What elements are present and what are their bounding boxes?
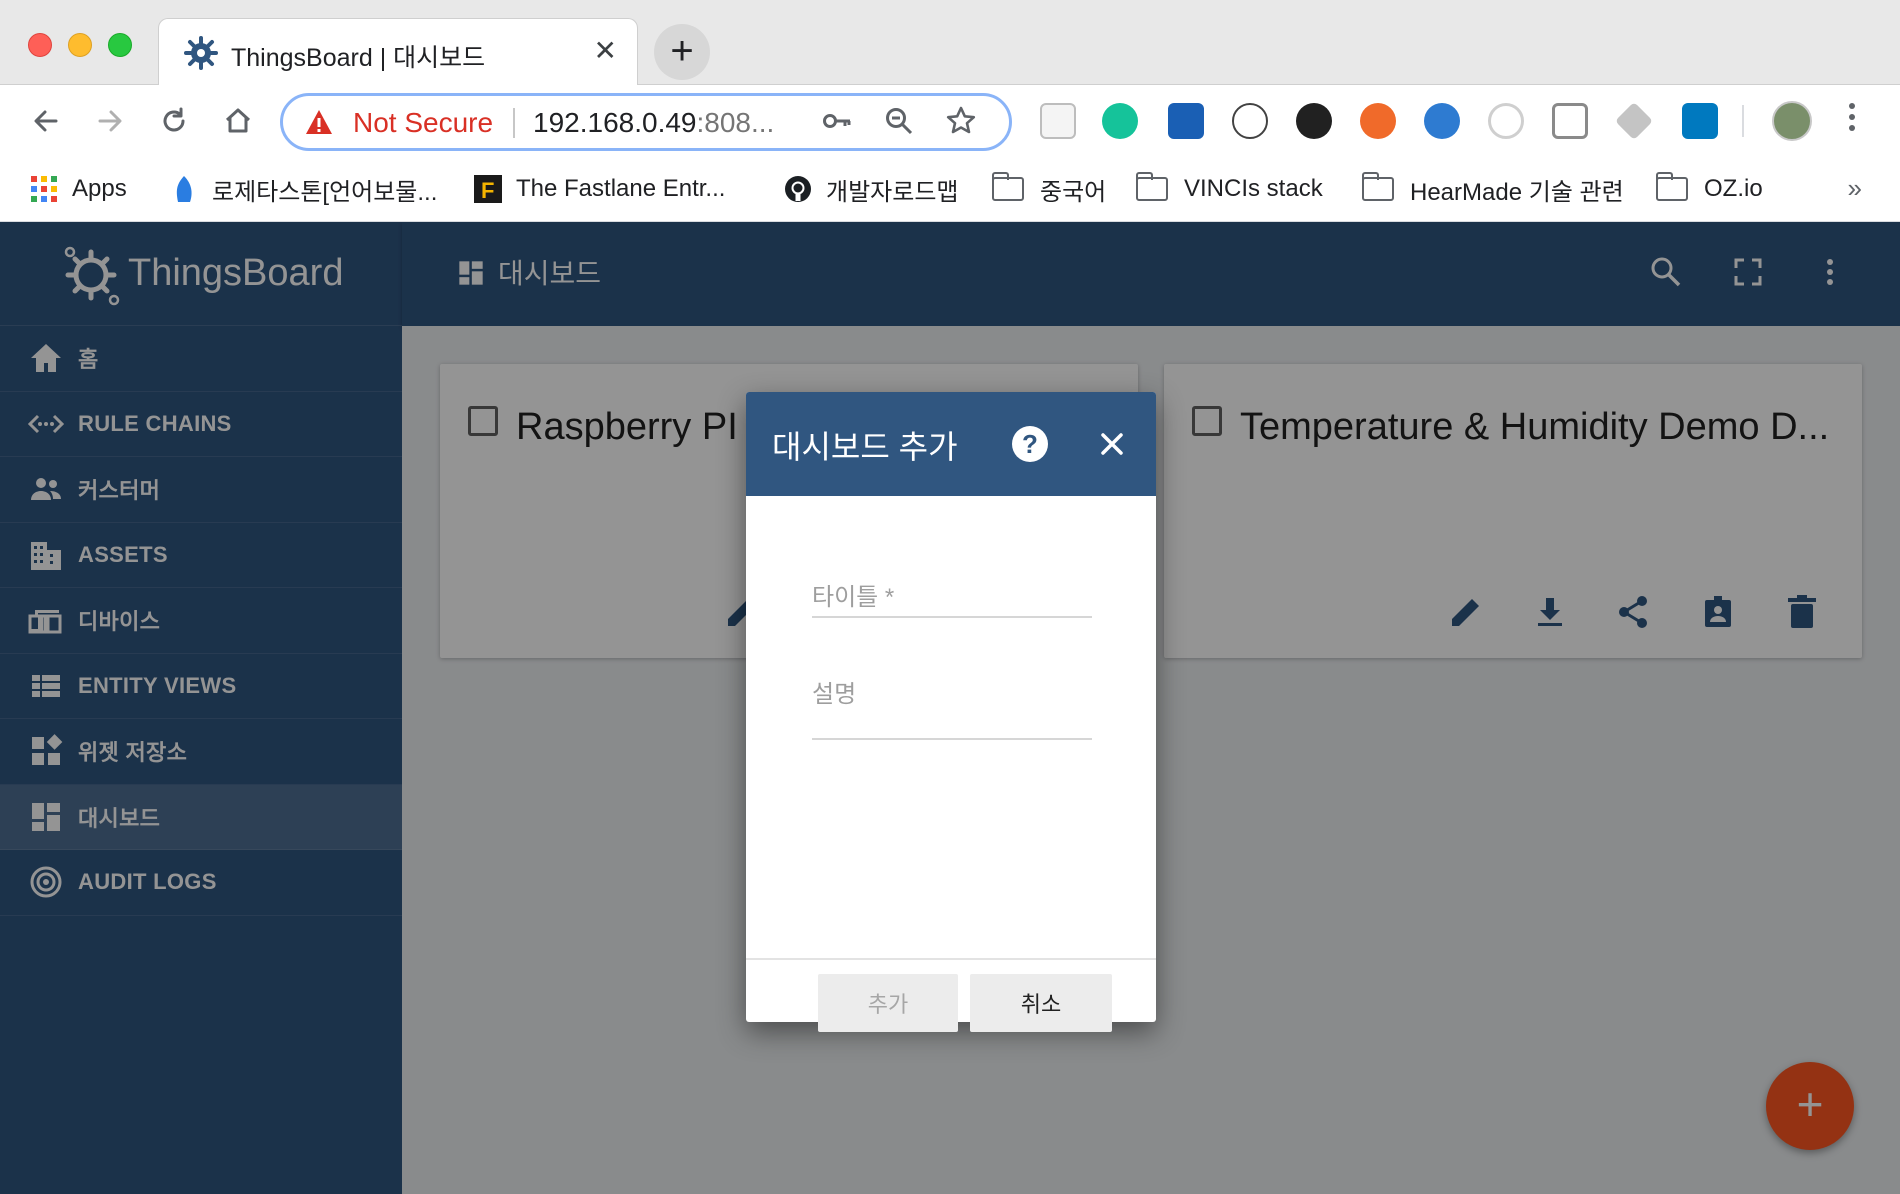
address-bar[interactable]: Not Secure 192.168.0.49:808... xyxy=(280,93,1012,151)
globe-extension-icon[interactable] xyxy=(1424,103,1460,139)
extension-reader-icon[interactable] xyxy=(1040,103,1076,139)
zoom-window-button[interactable] xyxy=(108,33,132,57)
bookmark-oz-io[interactable]: OZ.io xyxy=(1656,171,1763,207)
fastlane-icon: F xyxy=(474,175,502,203)
dialog-actions: 추가 취소 xyxy=(746,958,1156,1032)
browser-menu-icon[interactable] xyxy=(1846,99,1858,143)
new-tab-button[interactable]: + xyxy=(654,24,710,80)
lifebuoy-extension-icon[interactable] xyxy=(1360,103,1396,139)
close-window-button[interactable] xyxy=(28,33,52,57)
minimize-window-button[interactable] xyxy=(68,33,92,57)
dialog-title: 대시보드 추가 xyxy=(772,429,958,465)
warning-icon xyxy=(306,110,332,134)
description-field xyxy=(812,670,1092,745)
rosetta-stone-icon xyxy=(176,176,192,202)
bookmarks-overflow-icon[interactable]: » xyxy=(1848,173,1862,204)
bookmark-apps[interactable]: Apps xyxy=(30,171,127,207)
zoom-icon[interactable] xyxy=(883,105,915,144)
apps-grid-icon xyxy=(31,176,57,202)
omnibox-separator xyxy=(513,108,515,138)
bookmark-label: 중국어 xyxy=(1040,178,1107,206)
folder-icon xyxy=(1136,172,1168,201)
thingsboard-app: ThingsBoard 홈 RULE CHAINS 커스터머 ASSETS 디바… xyxy=(0,222,1900,1194)
g-extension-icon[interactable] xyxy=(1488,103,1524,139)
help-icon[interactable]: ? xyxy=(1012,426,1048,462)
key-icon[interactable] xyxy=(821,105,853,144)
bookmark-chinese[interactable]: 중국어 xyxy=(992,171,1106,207)
close-icon[interactable] xyxy=(1094,426,1130,462)
json-viewer-icon[interactable] xyxy=(1232,103,1268,139)
thingsboard-favicon-icon xyxy=(184,36,218,70)
description-input[interactable] xyxy=(812,670,1092,740)
bookmark-label: The Fastlane Entr... xyxy=(516,175,726,202)
bookmark-label: OZ.io xyxy=(1704,175,1763,202)
home-button-icon[interactable] xyxy=(216,99,260,143)
add-button[interactable]: 추가 xyxy=(818,974,958,1032)
bookmark-label: 로제타스톤[언어보물... xyxy=(212,178,438,206)
toolbar-divider xyxy=(1742,105,1744,137)
tab-close-icon[interactable]: ✕ xyxy=(594,34,617,67)
trello-icon[interactable] xyxy=(1682,103,1718,139)
title-input[interactable] xyxy=(812,580,1092,618)
bookmark-label: 개발자로드맵 xyxy=(826,178,959,206)
browser-tab[interactable]: ThingsBoard | 대시보드 ✕ xyxy=(158,18,638,86)
bookmark-dev-roadmap[interactable]: 개발자로드맵 xyxy=(784,171,958,207)
url-text[interactable]: 192.168.0.49:808... xyxy=(533,107,774,139)
reload-icon[interactable] xyxy=(152,99,196,143)
bookmark-rosetta[interactable]: 로제타스톤[언어보물... xyxy=(170,171,437,207)
grammarly-icon[interactable] xyxy=(1102,103,1138,139)
tag-extension-icon[interactable] xyxy=(1614,101,1654,141)
bookmark-fastlane[interactable]: F The Fastlane Entr... xyxy=(474,171,725,207)
bookmark-hearmade[interactable]: HearMade 기술 관련 xyxy=(1362,171,1624,207)
back-icon[interactable] xyxy=(24,99,68,143)
tab-title: ThingsBoard | 대시보드 xyxy=(231,44,486,72)
bookmark-label: VINCIs stack xyxy=(1184,175,1323,202)
bookmark-label: HearMade 기술 관련 xyxy=(1410,178,1624,206)
browser-toolbar: Not Secure 192.168.0.49:808... xyxy=(0,85,1900,157)
folder-icon xyxy=(992,172,1024,201)
profile-avatar[interactable] xyxy=(1772,101,1812,141)
not-secure-label[interactable]: Not Secure xyxy=(353,107,493,139)
folder-icon xyxy=(1656,172,1688,201)
cancel-button[interactable]: 취소 xyxy=(970,974,1112,1032)
title-field xyxy=(812,580,1092,618)
bookmarks-bar: Apps 로제타스톤[언어보물... F The Fastlane Entr..… xyxy=(0,157,1900,222)
github-icon xyxy=(785,176,811,202)
bookmark-star-icon[interactable] xyxy=(945,105,977,144)
bookmark-vincis-stack[interactable]: VINCIs stack xyxy=(1136,171,1323,207)
bookmark-label: Apps xyxy=(72,175,127,202)
browser-window: ThingsBoard | 대시보드 ✕ + Not Secure 192.16… xyxy=(0,0,1900,1194)
svg-text:F: F xyxy=(481,178,494,203)
bookmark-extension-icon[interactable] xyxy=(1168,103,1204,139)
forward-icon[interactable] xyxy=(88,99,132,143)
folder-icon xyxy=(1362,172,1394,201)
window-extension-icon[interactable] xyxy=(1552,103,1588,139)
add-dashboard-dialog: 대시보드 추가 ? 추가 취소 xyxy=(746,392,1156,1032)
dialog-header: 대시보드 추가 ? xyxy=(746,392,1156,496)
tab-strip: ThingsBoard | 대시보드 ✕ + xyxy=(0,0,1900,86)
timer-extension-icon[interactable] xyxy=(1296,103,1332,139)
